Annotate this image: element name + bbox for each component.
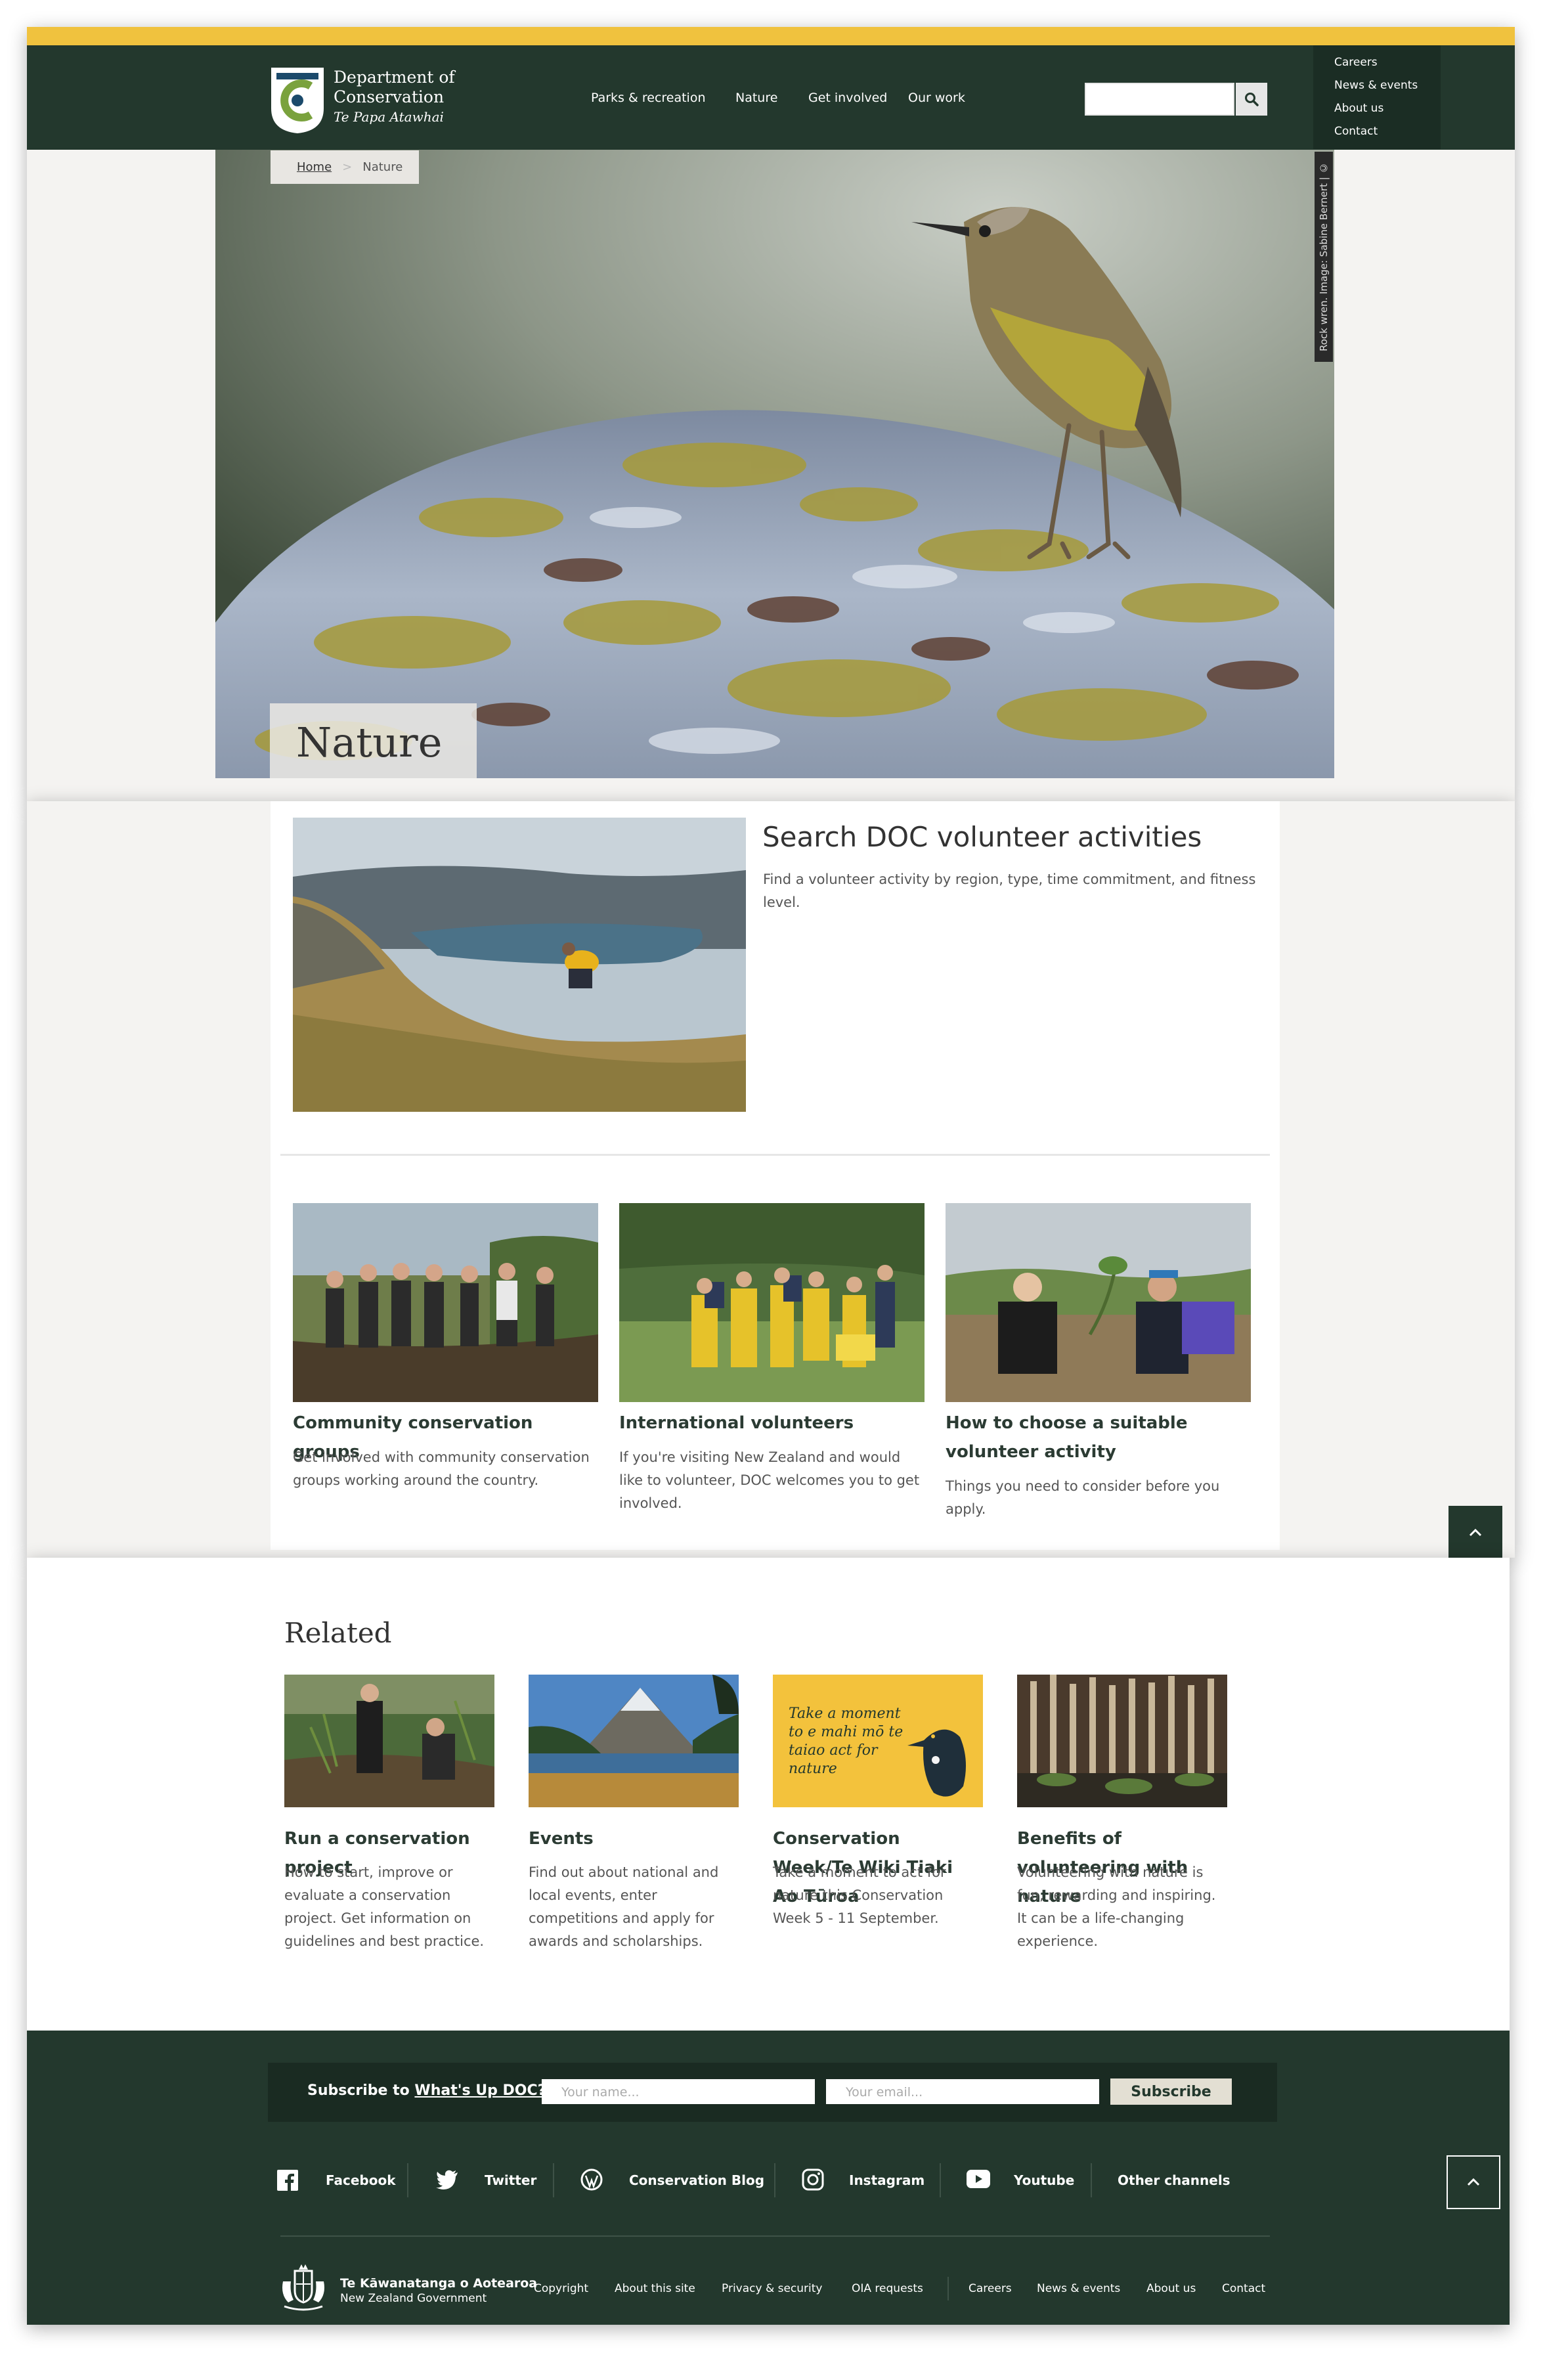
whats-up-doc-link[interactable]: What's Up DOC? [414,2082,546,2099]
related-desc-conservation-week: Take a moment to act for nature this Con… [773,1864,946,1926]
rock-wren-photo [215,150,1334,778]
subscribe-label: Subscribe to What's Up DOC? [307,2082,546,2099]
footer-link-copyright[interactable]: Copyright [534,2282,588,2295]
card-title-international-volunteers[interactable]: International volunteers [619,1409,925,1438]
card-title-choose-activity[interactable]: How to choose a suitable volunteer activ… [946,1409,1251,1466]
related-title-events[interactable]: Events [529,1824,739,1853]
breadcrumb-separator-icon: > [342,160,353,174]
social-separator [940,2163,941,2197]
related-heading: Related [284,1617,392,1649]
conservation-week-image-text: Take a moment to e mahi mō te taiao act … [789,1705,904,1777]
social-separator [774,2163,775,2197]
footer-link-about-us[interactable]: About us [1146,2282,1196,2295]
social-facebook[interactable]: Facebook [326,2172,396,2188]
subscribe-bar: Subscribe to What's Up DOC? Your name...… [268,2063,1277,2122]
content-card: Search DOC volunteer activities Find a v… [271,801,1280,1550]
govt-name-english[interactable]: New Zealand Government [340,2292,487,2305]
footer-divider [280,2235,1270,2237]
nav-our-work[interactable]: Our work [908,91,965,105]
card-image-community-groups[interactable] [293,1203,598,1402]
image-credit: Rock wren. Image: Sabine Bernert | © [1315,152,1333,362]
social-other-channels[interactable]: Other channels [1118,2172,1230,2188]
logo-line-3[interactable]: Te Papa Atawhai [334,109,444,125]
footer-link-oia-requests[interactable]: OIA requests [852,2282,923,2295]
twitter-icon[interactable] [436,2170,458,2189]
footer-link-about-site[interactable]: About this site [615,2282,695,2295]
footer-link-privacy-security[interactable]: Privacy & security [722,2282,823,2295]
wordpress-icon[interactable] [580,2168,603,2191]
instagram-icon[interactable] [802,2168,824,2191]
utility-contact[interactable]: Contact [1334,125,1378,138]
tui-bird-icon [907,1729,966,1797]
site-footer: Subscribe to What's Up DOC? Your name...… [27,2031,1510,2325]
utility-news-events[interactable]: News & events [1334,79,1418,92]
card-desc-community-groups: Get involved with community conservation… [293,1449,590,1488]
social-separator [1091,2163,1092,2197]
social-youtube[interactable]: Youtube [1014,2172,1074,2188]
utility-about-us[interactable]: About us [1334,102,1383,115]
subscribe-text: Subscribe to [307,2082,410,2099]
card-desc-international-volunteers: If you're visiting New Zealand and would… [619,1449,920,1511]
hero-image [215,150,1334,778]
nav-get-involved[interactable]: Get involved [808,91,887,105]
footer-back-to-top-button[interactable] [1447,2155,1500,2209]
facebook-icon[interactable] [277,2170,298,2191]
nav-parks-recreation[interactable]: Parks & recreation [591,91,706,105]
footer-link-contact[interactable]: Contact [1222,2282,1265,2295]
social-separator [553,2163,554,2197]
card-desc-choose-activity: Things you need to consider before you a… [946,1478,1220,1517]
logo-line-1[interactable]: Department of [334,68,455,87]
footer-link-separator [947,2277,949,2300]
back-to-top-button[interactable] [1448,1506,1502,1560]
subscribe-button[interactable]: Subscribe [1110,2078,1232,2105]
chevron-up-icon [1467,2178,1480,2186]
related-image-conservation-project[interactable] [284,1675,494,1807]
related-image-events[interactable] [529,1675,739,1807]
search-icon [1245,93,1259,106]
utility-nav: Careers News & events About us Contact [1313,45,1441,149]
hero-panel: Department of Conservation Te Papa Atawh… [27,27,1515,801]
subscribe-name-field[interactable]: Your name... [542,2079,815,2104]
featured-title[interactable]: Search DOC volunteer activities [762,821,1202,853]
related-desc-conservation-project: How to start, improve or evaluate a cons… [284,1864,485,1949]
featured-description: Find a volunteer activity by region, typ… [763,871,1256,910]
related-footer-panel: Related Run a conservation project How t… [27,1558,1510,2325]
content-panel: Search DOC volunteer activities Find a v… [27,801,1515,1560]
page-title: Nature [296,718,443,766]
subscribe-email-field[interactable]: Your email... [826,2079,1099,2104]
social-twitter[interactable]: Twitter [485,2172,536,2188]
breadcrumb-current: Nature [362,160,403,174]
related-image-benefits-volunteering[interactable] [1017,1675,1227,1807]
social-conservation-blog[interactable]: Conservation Blog [629,2172,764,2188]
footer-link-news-events[interactable]: News & events [1037,2282,1120,2295]
section-divider [280,1154,1270,1156]
youtube-icon[interactable] [967,2170,990,2188]
related-desc-events: Find out about national and local events… [529,1864,719,1949]
related-image-conservation-week[interactable]: Take a moment to e mahi mō te taiao act … [773,1675,983,1807]
logo-line-2[interactable]: Conservation [334,87,444,106]
related-desc-benefits-volunteering: Volunteering with nature is fun, rewardi… [1017,1864,1216,1949]
utility-careers[interactable]: Careers [1334,56,1378,69]
social-separator [407,2163,408,2197]
card-image-international-volunteers[interactable] [619,1203,925,1402]
govt-name-maori[interactable]: Te Kāwanatanga o Aotearoa [340,2276,537,2291]
doc-logo-icon[interactable] [270,66,325,135]
footer-link-careers[interactable]: Careers [969,2282,1012,2295]
featured-image[interactable] [293,818,746,1112]
breadcrumb: Home > Nature [271,150,419,184]
search-input[interactable] [1085,83,1234,116]
breadcrumb-home-link[interactable]: Home [297,160,332,174]
search-button[interactable] [1236,83,1267,116]
chevron-up-icon [1469,1528,1482,1537]
accent-bar [27,27,1515,45]
nz-coat-of-arms-icon[interactable] [276,2262,330,2312]
card-image-choose-activity[interactable] [946,1203,1251,1402]
social-instagram[interactable]: Instagram [849,2172,925,2188]
nav-nature[interactable]: Nature [735,91,777,105]
